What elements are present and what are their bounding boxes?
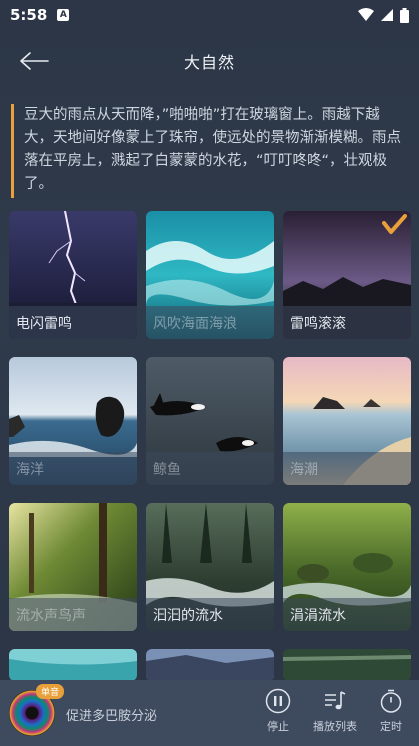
sound-tile[interactable]: 流水声鸟声 [9, 503, 137, 631]
tile-label: 鲸鱼 [146, 452, 274, 485]
stop-button[interactable]: 停止 [265, 688, 291, 734]
sound-tile-partial[interactable] [9, 649, 137, 681]
coast-image [146, 649, 274, 681]
tile-label: 海潮 [283, 452, 411, 485]
signal-icon [381, 9, 393, 21]
tile-label: 涓涓流水 [283, 598, 411, 631]
playlist-icon [325, 691, 346, 710]
sound-tile[interactable]: 鲸鱼 [146, 357, 274, 485]
tile-label: 海洋 [9, 452, 137, 485]
pause-icon [265, 688, 291, 714]
status-time: 5:58 [10, 6, 48, 24]
sound-tile[interactable]: 汩汩的流水 [146, 503, 274, 631]
app-header: 大自然 [0, 30, 419, 92]
sound-tile[interactable]: 电闪雷鸣 [9, 211, 137, 339]
mini-player: 单音 促进多巴胺分泌 停止 播放列表 定时 [0, 680, 419, 746]
tile-label: 汩汩的流水 [146, 598, 274, 631]
status-icons [358, 7, 409, 23]
timer-button[interactable]: 定时 [378, 688, 404, 734]
playlist-label: 播放列表 [313, 720, 357, 733]
tile-label: 电闪雷鸣 [9, 306, 137, 339]
sound-tile-partial[interactable] [283, 649, 411, 681]
track-title[interactable]: 促进多巴胺分泌 [66, 705, 157, 724]
sound-tile[interactable]: 海潮 [283, 357, 411, 485]
back-arrow-icon[interactable] [18, 50, 50, 72]
notification-icon: A [57, 9, 70, 21]
rain-forest-image [283, 649, 411, 681]
underwater-image [9, 649, 137, 681]
single-badge: 单音 [36, 684, 65, 699]
selected-check-icon [382, 214, 407, 234]
battery-icon [400, 7, 409, 23]
sound-tile[interactable]: 涓涓流水 [283, 503, 411, 631]
sound-tile-partial[interactable] [146, 649, 274, 681]
tile-label: 流水声鸟声 [9, 598, 137, 631]
page-title: 大自然 [183, 53, 235, 72]
sound-tile[interactable]: 海洋 [9, 357, 137, 485]
sound-tile[interactable]: 雷鸣滚滚 [283, 211, 411, 339]
tile-label: 雷鸣滚滚 [283, 306, 411, 339]
stop-label: 停止 [267, 720, 289, 733]
playlist-button[interactable]: 播放列表 [313, 688, 357, 734]
wifi-icon [358, 8, 374, 21]
sound-tile[interactable]: 风吹海面海浪 [146, 211, 274, 339]
timer-label: 定时 [380, 720, 402, 733]
timer-icon [380, 689, 402, 713]
status-bar: 5:58 A [0, 0, 419, 30]
category-description: 豆大的雨点从天而降，”啪啪啪”打在玻璃窗上。雨越下越大，天地间好像蒙上了珠帘，使… [11, 104, 403, 198]
tile-label: 风吹海面海浪 [146, 306, 274, 339]
